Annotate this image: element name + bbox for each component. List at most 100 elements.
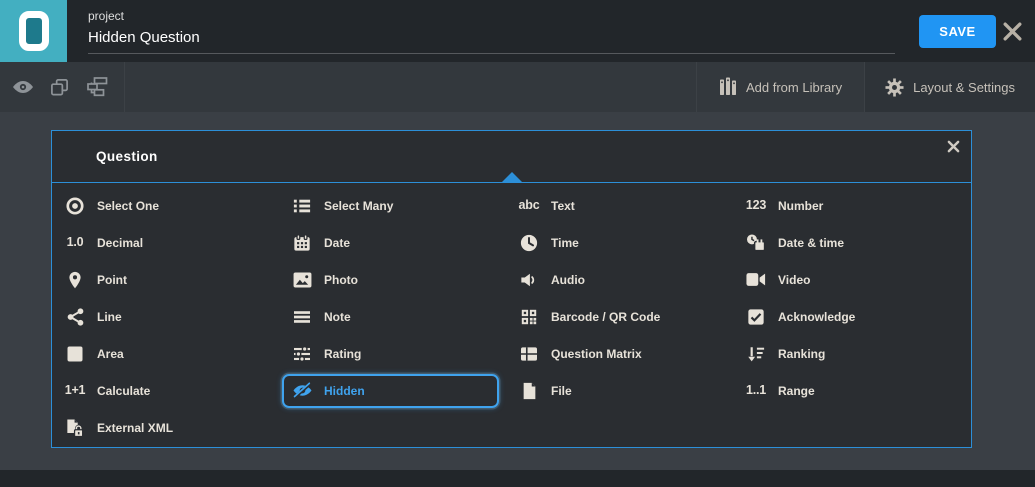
table-grid-icon	[517, 346, 541, 362]
question-type-label: Barcode / QR Code	[551, 309, 661, 324]
kobotoolbox-logo-glyph	[18, 11, 49, 51]
question-type-video[interactable]: Video	[736, 261, 963, 298]
image-icon	[290, 271, 314, 288]
question-type-label: Area	[97, 346, 124, 361]
question-type-grid: Select One Select Many abc Text 123 Numb…	[52, 183, 971, 446]
question-type-label: Date	[324, 235, 351, 250]
question-type-rating[interactable]: Rating	[282, 335, 509, 372]
workspace: Question Select One Select Many abc Text…	[0, 112, 1035, 470]
file-icon	[517, 382, 541, 400]
question-type-area[interactable]: Area	[55, 335, 282, 372]
question-type-label: Video	[778, 272, 811, 287]
question-type-label: Rating	[324, 346, 362, 361]
question-type-range[interactable]: 1..1 Range	[736, 372, 963, 409]
question-type-audio[interactable]: Audio	[509, 261, 736, 298]
file-lock-icon	[63, 418, 87, 438]
layout-settings-button[interactable]: Layout & Settings	[865, 62, 1035, 112]
save-button[interactable]: SAVE	[919, 15, 996, 48]
question-type-label: Point	[97, 272, 127, 287]
square-icon	[63, 346, 87, 362]
question-type-modal: Question Select One Select Many abc Text…	[51, 130, 972, 448]
calendar-clock-icon	[744, 233, 768, 252]
layout-settings-label: Layout & Settings	[913, 79, 1015, 95]
note-lines-icon	[290, 309, 314, 325]
caret-up	[501, 172, 522, 182]
question-type-decimal[interactable]: 1.0 Decimal	[55, 224, 282, 261]
map-pin-icon	[63, 271, 87, 289]
question-type-external-xml[interactable]: External XML	[55, 409, 282, 446]
question-type-select-one[interactable]: Select One	[55, 187, 282, 224]
question-type-label: Photo	[324, 272, 358, 287]
question-type-question-matrix[interactable]: Question Matrix	[509, 335, 736, 372]
question-type-point[interactable]: Point	[55, 261, 282, 298]
question-type-photo[interactable]: Photo	[282, 261, 509, 298]
question-type-label: Text	[551, 198, 575, 213]
question-type-label: Number	[778, 198, 824, 213]
checkbox-check-icon	[744, 308, 768, 326]
calculate-glyph-icon: 1+1	[64, 383, 86, 398]
modal-title: Question	[96, 149, 158, 164]
share-nodes-icon	[63, 307, 87, 326]
question-type-select-many[interactable]: Select Many	[282, 187, 509, 224]
question-type-date-time[interactable]: Date & time	[736, 224, 963, 261]
question-type-date[interactable]: Date	[282, 224, 509, 261]
abc-glyph-icon: abc	[518, 198, 540, 213]
question-type-label: Decimal	[97, 235, 144, 250]
kobotoolbox-logo[interactable]	[0, 0, 67, 62]
question-type-line[interactable]: Line	[55, 298, 282, 335]
question-type-label: Hidden	[324, 383, 365, 398]
clock-icon	[517, 234, 541, 252]
video-camera-icon	[744, 272, 768, 287]
calendar-icon	[290, 233, 314, 252]
gear-icon	[885, 77, 904, 97]
question-type-label: Time	[551, 235, 579, 250]
add-from-library-button[interactable]: Add from Library	[697, 62, 864, 112]
close-editor-icon[interactable]	[1001, 20, 1024, 43]
checklist-icon	[290, 197, 314, 215]
question-type-label: Calculate	[97, 383, 151, 398]
question-type-file[interactable]: File	[509, 372, 736, 409]
speaker-icon	[517, 271, 541, 289]
title-block: project Hidden Question	[88, 9, 895, 54]
question-type-label: Note	[324, 309, 351, 324]
range-glyph-icon: 1..1	[745, 383, 767, 398]
question-type-label: External XML	[97, 420, 174, 435]
question-type-calculate[interactable]: 1+1 Calculate	[55, 372, 282, 409]
rating-sliders-icon	[290, 345, 314, 362]
library-books-icon	[719, 77, 737, 97]
question-type-acknowledge[interactable]: Acknowledge	[736, 298, 963, 335]
question-type-label: Acknowledge	[778, 309, 856, 324]
question-type-time[interactable]: Time	[509, 224, 736, 261]
qr-code-icon	[517, 308, 541, 326]
question-type-label: Question Matrix	[551, 346, 642, 361]
question-type-barcode-qr[interactable]: Barcode / QR Code	[509, 298, 736, 335]
question-type-label: File	[551, 383, 572, 398]
project-label: project	[88, 9, 125, 23]
header-bar: project Hidden Question SAVE	[0, 0, 1035, 62]
question-type-label: Date & time	[778, 235, 845, 250]
preview-eye-icon[interactable]	[12, 80, 34, 94]
question-type-number[interactable]: 123 Number	[736, 187, 963, 224]
123-glyph-icon: 123	[745, 198, 767, 213]
question-type-label: Range	[778, 383, 815, 398]
question-type-label: Line	[97, 309, 122, 324]
decimal-glyph-icon: 1.0	[66, 235, 84, 250]
question-type-label: Ranking	[778, 346, 826, 361]
modal-close-icon[interactable]	[947, 140, 960, 153]
eye-slash-icon	[290, 382, 314, 399]
bottom-strip	[0, 470, 1035, 487]
question-type-text[interactable]: abc Text	[509, 187, 736, 224]
question-type-hidden[interactable]: Hidden	[282, 373, 499, 408]
question-type-ranking[interactable]: Ranking	[736, 335, 963, 372]
question-type-label: Audio	[551, 272, 585, 287]
form-title-input[interactable]: Hidden Question	[88, 29, 895, 54]
add-group-icon[interactable]	[85, 77, 108, 97]
clone-icon[interactable]	[50, 78, 69, 97]
question-type-label: Select One	[97, 198, 160, 213]
question-type-label: Select Many	[324, 198, 394, 213]
question-type-note[interactable]: Note	[282, 298, 509, 335]
sort-ranking-icon	[744, 345, 768, 363]
add-from-library-label: Add from Library	[746, 79, 843, 95]
toolbar: Add from Library Layout & Settings	[0, 62, 1035, 112]
